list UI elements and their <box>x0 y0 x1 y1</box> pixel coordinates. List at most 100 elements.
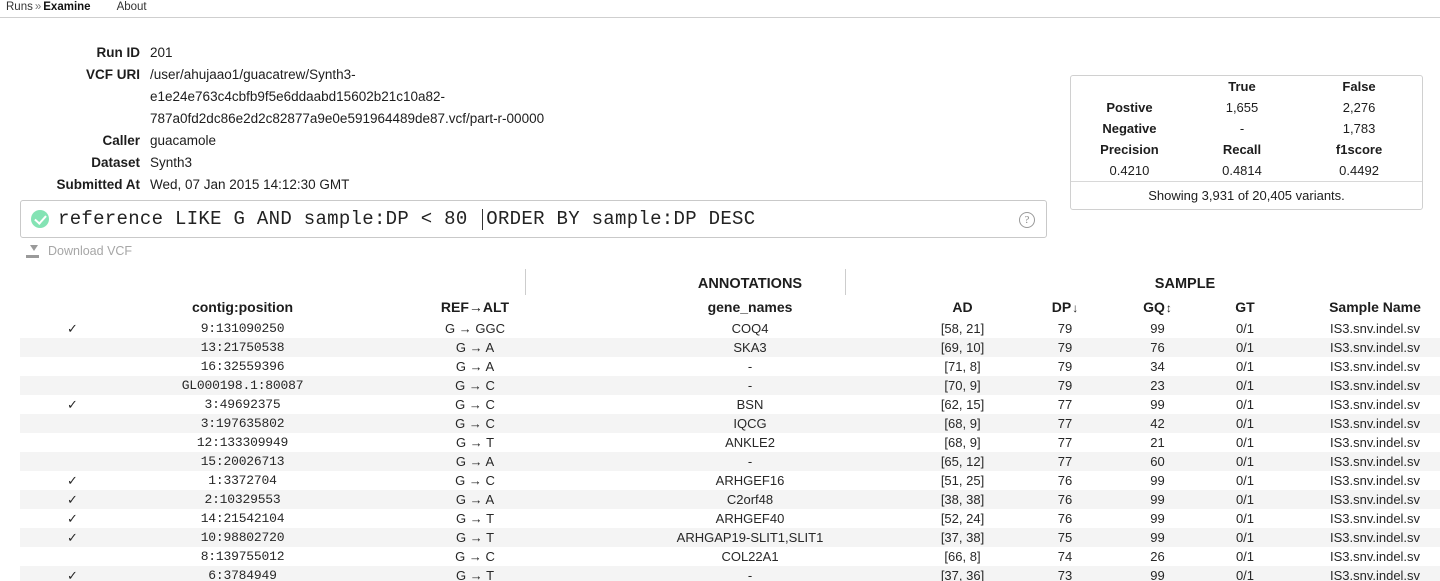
meta-label-submitted-at: Submitted At <box>56 177 141 192</box>
query-text[interactable]: reference LIKE G AND sample:DP < 80 ORDE… <box>58 208 755 230</box>
meta-label-vcf-uri: VCF URI <box>86 67 140 82</box>
cell-gq: 99 <box>1150 511 1165 526</box>
table-row[interactable]: 15:20026713 G → A - [65, 12] 77 60 0/1 IS3.snv.… <box>20 452 1440 471</box>
table-row[interactable]: 8:139755012 G → C COL22A1 [66, 8] 74 26 0/1 IS3… <box>20 547 1440 566</box>
cell-position: 8:139755012 <box>200 549 285 564</box>
cell-gt: 0/1 <box>1235 549 1255 564</box>
column-header-gt[interactable]: GT <box>1200 295 1290 319</box>
download-vcf-label: Download VCF <box>48 244 133 258</box>
help-icon[interactable]: ? <box>1019 212 1035 228</box>
column-header-ad[interactable]: AD <box>910 295 1015 319</box>
table-row[interactable]: ✓ 1:3372704 G → C ARHGEF16 [51, 25] 76 99 0/1 IS… <box>20 471 1440 490</box>
cell-dp: 77 <box>1057 435 1073 450</box>
table-row[interactable]: ✓ 10:98802720 G → T ARHGAP19-SLIT1,SLIT1 [37… <box>20 528 1440 547</box>
cell-ref-alt: G → T <box>455 568 495 581</box>
cell-ad: [52, 24] <box>940 511 985 526</box>
table-row[interactable]: 13:21750538 G → A SKA3 [69, 10] 79 76 0/1 IS3.s… <box>20 338 1440 357</box>
cell-ref-alt: G → C <box>455 549 495 564</box>
column-header-gene-names[interactable]: gene_names <box>590 295 910 319</box>
table-row[interactable]: 12:133309949 G → T ANKLE2 [68, 9] 77 21 0/1 IS3… <box>20 433 1440 452</box>
cell-gq: 99 <box>1150 397 1165 412</box>
cell-ref-alt: G → A <box>455 492 495 507</box>
table-row[interactable]: GL000198.1:80087 G → C - [70, 9] 79 23 0/1 IS3.… <box>20 376 1440 395</box>
cell-dp: 77 <box>1057 416 1073 431</box>
breadcrumb-runs[interactable]: Runs <box>6 1 33 13</box>
cell-ref-alt: G → C <box>455 473 495 488</box>
vcf-uri-line-1: /user/ahujaao1/guacatrew/Synth3- <box>150 67 356 82</box>
cell-gt: 0/1 <box>1235 530 1255 545</box>
column-header-gq-label: GQ <box>1143 299 1165 315</box>
table-row[interactable]: 16:32559396 G → A - [71, 8] 79 34 0/1 IS3.snv.i… <box>20 357 1440 376</box>
cell-ad: [51, 25] <box>940 473 985 488</box>
cell-gene-names: C2orf48 <box>726 492 774 507</box>
metrics-panel: True False Postive 1,655 2,276 Negative … <box>1070 75 1423 210</box>
metrics-table: True False Postive 1,655 2,276 Negative … <box>1071 76 1422 181</box>
download-vcf-link[interactable]: Download VCF <box>26 242 1440 260</box>
group-header-spacer <box>20 269 590 295</box>
metrics-label-positive: Postive <box>1106 100 1153 115</box>
cell-position: 12:133309949 <box>196 435 289 450</box>
cell-gq: 99 <box>1150 492 1165 507</box>
column-header-ref-alt[interactable]: REF→ALT <box>360 295 590 319</box>
metrics-true-positive: 1,655 <box>1225 100 1259 115</box>
meta-value-dataset: Synth3 <box>150 155 193 170</box>
cell-sample-name: IS3.snv.indel.sv <box>1329 321 1421 336</box>
meta-value-vcf-uri: /user/ahujaao1/guacatrew/Synth3- e1e24e7… <box>150 64 600 130</box>
cell-sample-name: IS3.snv.indel.sv <box>1329 435 1421 450</box>
cell-gene-names: ARHGAP19-SLIT1,SLIT1 <box>676 530 824 545</box>
cell-dp: 75 <box>1057 530 1073 545</box>
variants-group-header-row: ANNOTATIONS SAMPLE <box>20 269 1440 295</box>
cell-check <box>20 414 125 433</box>
breadcrumb-separator: » <box>34 1 42 13</box>
cell-sample-name: IS3.snv.indel.sv <box>1329 454 1421 469</box>
column-header-sample-name[interactable]: Sample Name <box>1290 295 1440 319</box>
query-input[interactable]: reference LIKE G AND sample:DP < 80 ORDE… <box>20 200 1047 238</box>
cell-gt: 0/1 <box>1235 397 1255 412</box>
meta-row-run-id: Run ID 201 <box>0 42 600 64</box>
cell-gt: 0/1 <box>1235 321 1255 336</box>
cell-gene-names: - <box>747 359 753 374</box>
cell-check <box>20 376 125 395</box>
metrics-row-negative: Negative - 1,783 <box>1071 118 1422 139</box>
cell-dp: 79 <box>1057 321 1073 336</box>
meta-row-submitted-at: Submitted At Wed, 07 Jan 2015 14:12:30 G… <box>0 174 600 196</box>
cell-position: 3:197635802 <box>200 416 285 431</box>
column-header-position[interactable]: contig:position <box>125 295 360 319</box>
cell-ref-alt: G → C <box>455 397 495 412</box>
column-header-gq[interactable]: GQ↕ <box>1115 295 1200 319</box>
metrics-label-recall: Recall <box>1222 142 1262 157</box>
cell-gt: 0/1 <box>1235 435 1255 450</box>
table-row[interactable]: ✓ 14:21542104 G → T ARHGEF40 [52, 24] 76 99 0/1… <box>20 509 1440 528</box>
meta-row-vcf-uri: VCF URI /user/ahujaao1/guacatrew/Synth3-… <box>0 64 600 130</box>
cell-gene-names: COQ4 <box>731 321 769 336</box>
cell-ad: [62, 15] <box>940 397 985 412</box>
cell-gq: 76 <box>1150 340 1165 355</box>
meta-row-dataset: Dataset Synth3 <box>0 152 600 174</box>
cell-gt: 0/1 <box>1235 416 1255 431</box>
cell-gene-names: - <box>747 378 753 393</box>
table-row[interactable]: ✓ 9:131090250 G → GGC COQ4 [58, 21] 79 99 0/1 IS… <box>20 319 1440 338</box>
cell-position: GL000198.1:80087 <box>181 378 304 393</box>
cell-gq: 99 <box>1150 321 1165 336</box>
table-row[interactable]: ✓ 6:3784949 G → T - [37, 36] 73 99 0/1 IS3.snv.i… <box>20 566 1440 581</box>
meta-row-caller: Caller guacamole <box>0 130 600 152</box>
table-row[interactable]: 3:197635802 G → C IQCG [68, 9] 77 42 0/1 IS3.sn… <box>20 414 1440 433</box>
cell-check: ✓ <box>67 491 78 507</box>
cell-check: ✓ <box>67 396 78 412</box>
cell-ad: [71, 8] <box>944 359 981 374</box>
header-divider-right <box>845 269 846 295</box>
nav-link-about[interactable]: About <box>117 1 147 13</box>
table-row[interactable]: ✓ 3:49692375 G → C BSN [62, 15] 77 99 0/1 IS3.sn… <box>20 395 1440 414</box>
table-row[interactable]: ✓ 2:10329553 G → A C2orf48 [38, 38] 76 99 0/1 IS… <box>20 490 1440 509</box>
cell-gq: 34 <box>1150 359 1165 374</box>
cell-position: 2:10329553 <box>204 492 281 507</box>
cell-ad: [68, 9] <box>944 416 981 431</box>
vcf-uri-line-2: e1e24e763c4cbfb9f5e6ddaabd15602b21c10a82… <box>150 89 446 104</box>
cell-ref-alt: G → T <box>455 530 495 545</box>
variants-count-label: Showing 3,931 of 20,405 variants. <box>1071 181 1422 209</box>
column-header-dp[interactable]: DP↓ <box>1015 295 1115 319</box>
cell-check <box>20 433 125 452</box>
sort-both-icon: ↕ <box>1165 301 1172 315</box>
cell-sample-name: IS3.snv.indel.sv <box>1329 530 1421 545</box>
meta-value-run-id: 201 <box>150 45 173 60</box>
